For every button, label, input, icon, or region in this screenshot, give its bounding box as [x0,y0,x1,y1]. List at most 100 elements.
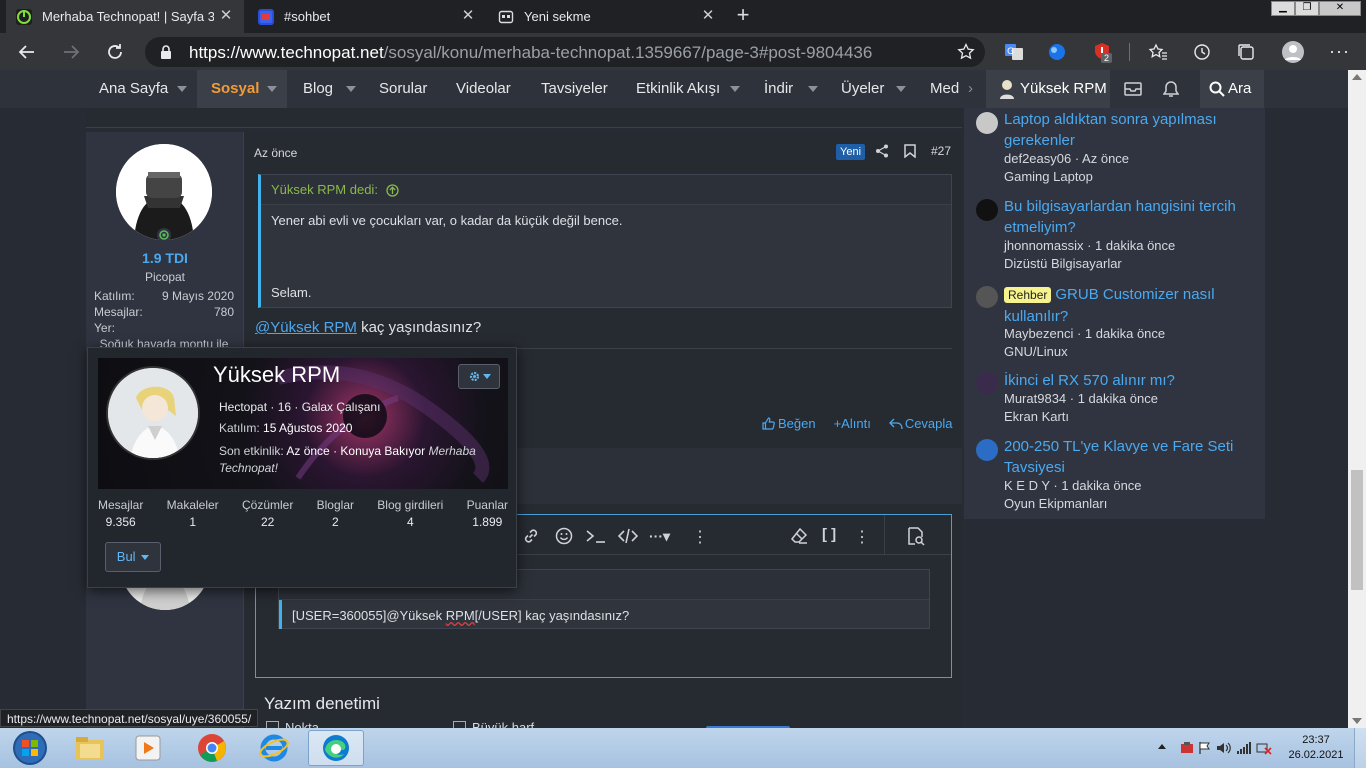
taskbar-media-player[interactable] [120,730,176,766]
editor-content[interactable]: [USER=360055]@Yüksek RPM[/USER] kaç yaşı… [279,600,929,629]
inbox-icon[interactable] [1124,81,1142,97]
stat-puanlar[interactable]: Puanlar 1.899 [467,498,508,529]
nav-etkinlik-akisi[interactable]: Etkinlik Akışı [636,70,720,108]
network-signal-icon[interactable] [1236,741,1252,755]
member-name[interactable]: Yüksek RPM [213,362,340,388]
nav-ana-sayfa[interactable]: Ana Sayfa [99,70,168,108]
edge-extension-icon[interactable] [1047,42,1067,62]
checkbox-buyuk-harf[interactable] [453,721,466,728]
preview-icon[interactable] [906,526,926,546]
nav-tavsiyeler[interactable]: Tavsiyeler [541,70,608,108]
chevron-down-icon[interactable] [730,86,740,92]
thread-title[interactable]: Rehber GRUB Customizer nasıl kullanılır? [1004,284,1254,327]
scrollbar-thumb[interactable] [1351,470,1363,590]
share-icon[interactable] [875,144,889,158]
refresh-button[interactable] [104,41,126,63]
search-button[interactable]: Ara [1200,70,1264,108]
terminal-icon[interactable] [585,527,607,545]
vertical-dots-icon[interactable]: ⋮ [854,527,870,547]
chevron-down-icon[interactable] [177,86,187,92]
page-scrollbar[interactable] [1348,70,1366,728]
nav-sorular[interactable]: Sorular [379,70,427,108]
nav-medya[interactable]: Med [930,70,960,108]
member-settings-button[interactable] [458,364,500,389]
new-tab-button[interactable]: + [732,4,754,27]
thread-forum[interactable]: Dizüstü Bilgisayarlar [1004,256,1122,271]
profile-avatar-icon[interactable] [1281,40,1305,64]
stat-blog-girdileri[interactable]: Blog girdileri 4 [377,498,443,529]
stat-bloglar[interactable]: Bloglar 2 [317,498,354,529]
post-time[interactable]: Az önce [254,146,297,160]
mention-link[interactable]: @Yüksek RPM [255,319,357,336]
battery-warning-icon[interactable] [1256,741,1272,755]
tab-sohbet[interactable]: #sohbet ✕ [250,0,486,33]
stat-mesajlar[interactable]: Mesajlar 9.356 [98,498,143,529]
link-icon[interactable] [522,527,540,545]
eraser-icon[interactable] [790,527,808,545]
nav-indir[interactable]: İndir [764,70,793,108]
more-menu-icon[interactable]: ··· [1329,41,1350,62]
tab-new[interactable]: Yeni sekme ✕ [490,0,726,33]
chevron-down-icon[interactable] [896,86,906,92]
tab-technopat[interactable]: Merhaba Technopat! | Sayfa 3 | T ✕ [6,0,244,33]
user-menu[interactable]: Yüksek RPM [986,70,1110,108]
collections-icon[interactable] [1236,42,1256,62]
vertical-dots-icon[interactable]: ⋮ [692,527,708,547]
flag-icon[interactable] [1198,741,1212,755]
thread-title[interactable]: Bu bilgisayarlardan hangisini tercih etm… [1004,196,1254,238]
url-field[interactable]: https://www.technopat.net/sosyal/konu/me… [145,37,985,67]
smiley-icon[interactable] [555,527,573,545]
thread-forum[interactable]: Gaming Laptop [1004,169,1093,184]
code-icon[interactable] [618,527,638,545]
favorites-icon[interactable] [1148,42,1168,62]
chevron-down-icon[interactable] [808,86,818,92]
nav-blog[interactable]: Blog [303,70,333,108]
scroll-up-icon[interactable] [1352,74,1362,80]
thread-forum[interactable]: Ekran Kartı [1004,409,1069,424]
quote-button[interactable]: +Alıntı [834,416,871,431]
history-icon[interactable] [1192,42,1212,62]
taskbar-chrome[interactable] [184,730,240,766]
taskbar-clock[interactable]: 23:37 26.02.2021 [1282,733,1350,763]
bbcode-toggle-icon[interactable]: [ ] [822,526,836,543]
restore-button[interactable]: ❐ [1295,1,1319,16]
bell-icon[interactable] [1163,80,1179,98]
forward-button[interactable] [60,41,82,63]
tray-app-icon[interactable] [1180,741,1194,755]
taskbar-ie[interactable] [246,730,302,766]
reply-button[interactable]: Cevapla [888,416,953,431]
thread-title[interactable]: Laptop aldıktan sonra yapılması gerekenl… [1004,109,1254,151]
chevron-right-icon[interactable]: › [968,80,973,97]
back-button[interactable] [16,41,38,63]
member-avatar[interactable] [106,366,200,460]
thread-forum[interactable]: GNU/Linux [1004,344,1068,359]
nav-uyeler[interactable]: Üyeler [841,70,884,108]
author-avatar[interactable] [116,144,212,240]
taskbar-explorer[interactable] [62,730,118,766]
thread-forum[interactable]: Oyun Ekipmanları [1004,496,1107,511]
thread-title[interactable]: 200-250 TL'ye Klavye ve Fare Seti Tavsiy… [1004,436,1254,478]
close-tab-icon[interactable]: ✕ [460,8,476,24]
scroll-down-icon[interactable] [1352,718,1362,724]
stat-cozumler[interactable]: Çözümler 22 [242,498,293,529]
close-window-button[interactable]: ✕ [1319,1,1361,16]
translate-icon[interactable]: G [1004,42,1024,62]
nav-videolar[interactable]: Videolar [456,70,511,108]
taskbar-edge[interactable] [308,730,364,766]
like-button[interactable]: Beğen [762,416,816,431]
find-content-button[interactable]: Bul [105,542,161,572]
show-desktop-button[interactable] [1354,728,1366,768]
start-button[interactable] [2,730,58,766]
close-tab-icon[interactable]: ✕ [700,8,716,24]
thread-title[interactable]: İkinci el RX 570 alınır mı? [1004,370,1254,391]
volume-icon[interactable] [1216,741,1232,755]
tray-expand-icon[interactable] [1158,744,1166,749]
checkbox-nokta[interactable] [266,721,279,728]
author-name[interactable]: 1.9 TDI [86,250,244,266]
arrow-up-circle-icon[interactable] [385,184,399,197]
minimize-button[interactable]: ▁ [1271,1,1295,16]
more-options-icon[interactable]: ···▾ [649,528,670,545]
chevron-down-icon[interactable] [267,86,277,92]
stat-makaleler[interactable]: Makaleler 1 [167,498,219,529]
favorite-star-icon[interactable] [957,43,975,61]
